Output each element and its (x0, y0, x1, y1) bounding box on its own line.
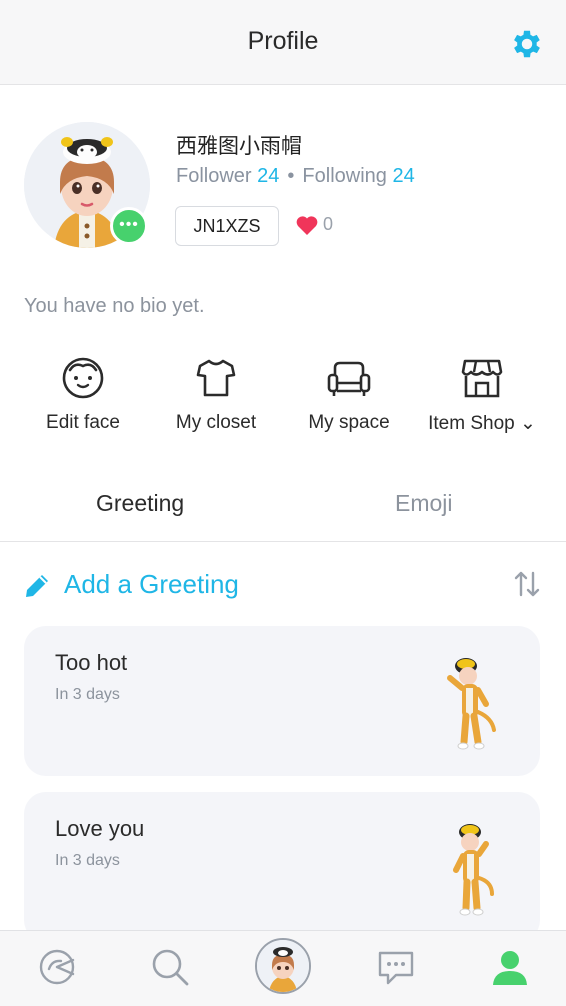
following-label: Following (302, 165, 387, 187)
user-code-button[interactable]: JN1XZS (175, 206, 279, 246)
pencil-icon (26, 575, 48, 597)
store-icon (461, 359, 503, 398)
follower-link[interactable]: Follower 24 (176, 165, 279, 187)
greeting-title: Love you (55, 816, 145, 841)
follow-stats: Follower 24 • Following 24 (176, 165, 415, 188)
chat-icon[interactable] (376, 947, 416, 987)
follower-count: 24 (257, 165, 280, 187)
my-space-button[interactable]: My space (283, 356, 415, 446)
greeting-title: Too hot (55, 650, 128, 675)
greeting-card[interactable]: Love you In 3 days (24, 792, 540, 930)
tab-greeting[interactable]: Greeting (96, 490, 184, 517)
tab-bar: Greeting Emoji (0, 470, 566, 542)
separator: • (287, 165, 295, 187)
page-title: Profile (247, 27, 319, 55)
heart-icon[interactable] (295, 214, 319, 236)
greeting-subtitle: In 3 days (55, 686, 120, 703)
following-count: 24 (392, 165, 415, 187)
gear-icon[interactable] (509, 26, 545, 62)
home-icon[interactable] (37, 947, 77, 987)
my-space-label: My space (308, 412, 390, 433)
my-closet-button[interactable]: My closet (150, 356, 282, 446)
greeting-list: Add a Greeting Too hot In 3 days Love yo… (0, 542, 566, 930)
avatar-figure (447, 658, 496, 750)
greeting-card[interactable]: Too hot In 3 days (24, 626, 540, 776)
sofa-icon (327, 361, 371, 396)
item-shop-button[interactable]: Item Shop ⌄ (416, 356, 548, 446)
add-greeting-label: Add a Greeting (64, 569, 239, 599)
greeting-subtitle: In 3 days (55, 852, 120, 869)
edit-face-label: Edit face (46, 412, 120, 433)
profile-icon[interactable] (490, 947, 530, 987)
face-icon (62, 357, 104, 399)
shirt-icon (196, 359, 236, 397)
sort-icon[interactable] (513, 569, 541, 599)
follower-label: Follower (176, 165, 252, 187)
avatar-mini-image (257, 940, 309, 992)
search-icon[interactable] (150, 947, 190, 987)
bio-text[interactable]: You have no bio yet. (24, 295, 205, 318)
item-shop-label: Item Shop ⌄ (428, 413, 536, 434)
username: 西雅图小雨帽 (176, 134, 302, 158)
following-link[interactable]: Following 24 (302, 165, 414, 187)
bottom-navigation (0, 930, 566, 1006)
avatar-figure (453, 824, 494, 916)
my-closet-label: My closet (175, 412, 257, 433)
tab-emoji[interactable]: Emoji (395, 490, 453, 517)
avatar-camera-button[interactable] (255, 938, 311, 994)
like-count: 0 (323, 214, 334, 234)
edit-face-button[interactable]: Edit face (17, 356, 149, 446)
top-bar: Profile (0, 0, 566, 85)
online-status-badge[interactable]: ••• (110, 207, 148, 245)
